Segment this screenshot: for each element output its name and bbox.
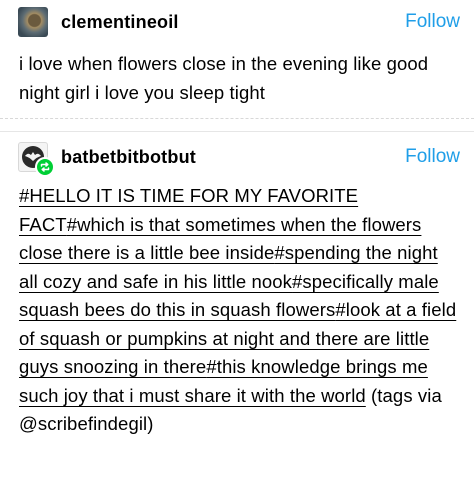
post-text: i love when flowers close in the evening… (19, 53, 429, 103)
follow-button[interactable]: Follow (405, 11, 460, 33)
tags-text: #HELLO IT IS TIME FOR MY FAVORITE FACT#w… (19, 182, 458, 439)
post-header: batbetbitbotbut Follow (18, 140, 460, 177)
avatar[interactable] (18, 142, 55, 177)
username[interactable]: batbetbitbotbut (61, 147, 405, 168)
username[interactable]: clementineoil (61, 12, 405, 33)
reblog-icon (35, 157, 55, 177)
avatar[interactable] (18, 7, 48, 37)
post-header: clementineoil Follow (18, 5, 460, 39)
post-divider (0, 118, 474, 132)
post-batbetbitbotbut: batbetbitbotbut Follow #HELLO IT IS TIME… (0, 132, 474, 477)
post-clementineoil: clementineoil Follow i love when flowers… (0, 0, 474, 118)
follow-button[interactable]: Follow (405, 146, 460, 168)
